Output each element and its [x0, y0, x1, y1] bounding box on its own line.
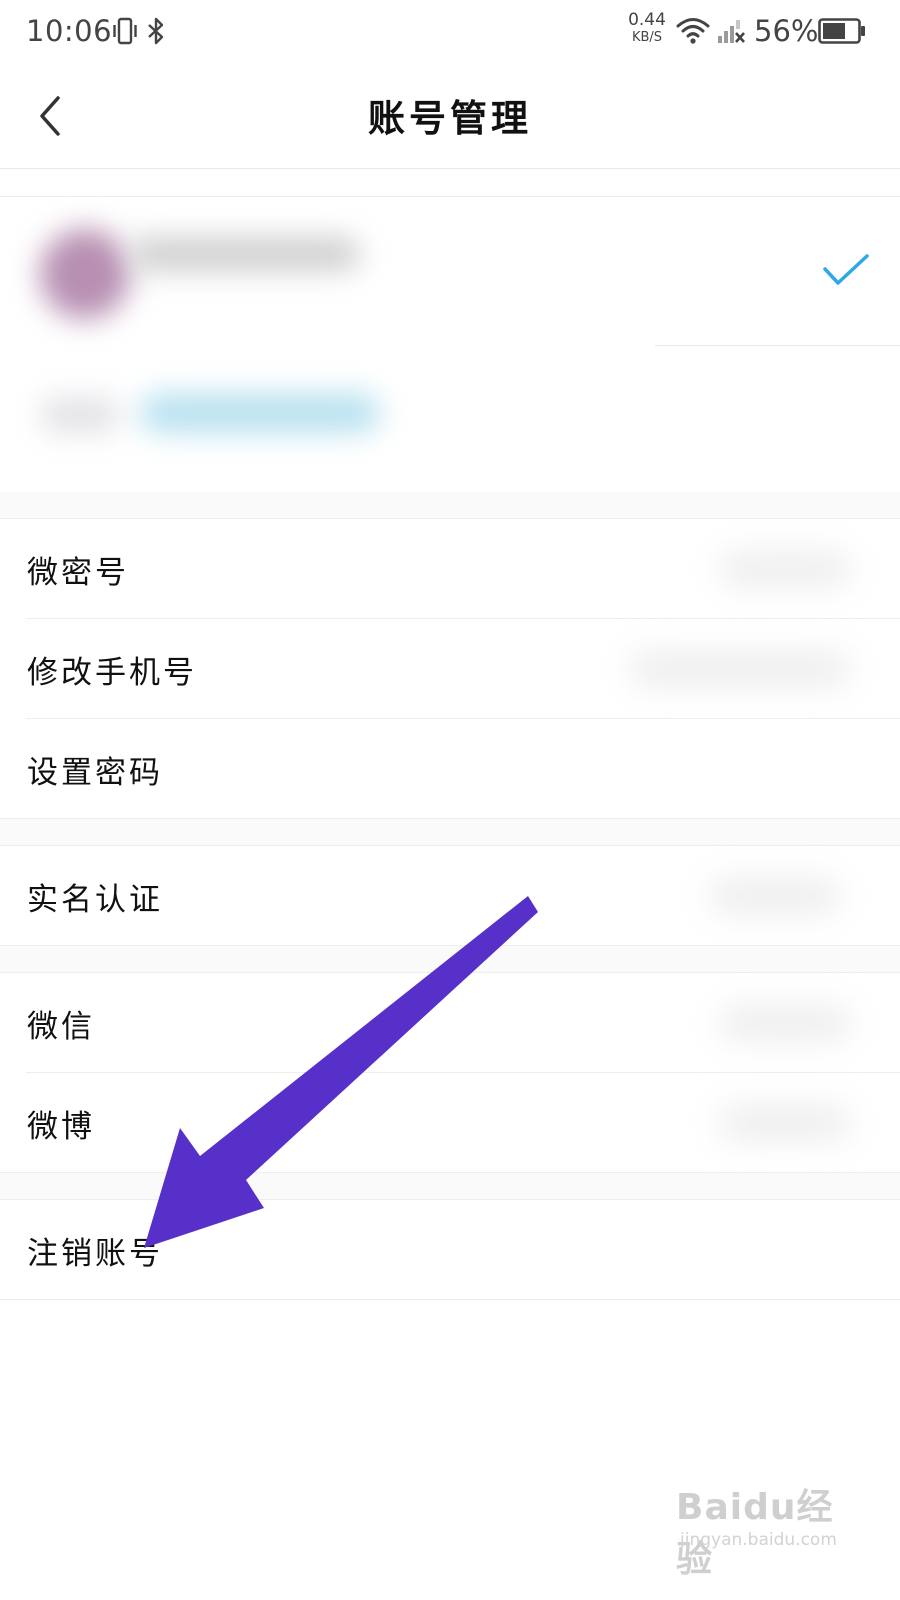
status-bar: 10:06 0.44 KB/S 56%	[0, 0, 900, 64]
account-id-blurred	[140, 393, 380, 433]
bluetooth-icon	[148, 17, 164, 45]
menu-item-label: 实名认证	[27, 882, 163, 918]
menu-item-close-account[interactable]: 注销账号	[0, 1200, 900, 1300]
right-info-blurred	[720, 553, 850, 585]
battery-icon	[818, 18, 865, 44]
menu-item-micro-id[interactable]: 微密号	[0, 519, 900, 619]
menu-item-wechat[interactable]: 微信	[0, 973, 900, 1073]
account-sub-blurred	[40, 397, 120, 433]
account-name-blurred	[130, 237, 360, 271]
network-speed-unit: KB/S	[631, 30, 663, 45]
account-card[interactable]	[0, 196, 900, 494]
card-divider	[655, 345, 900, 346]
right-info-blurred	[720, 1007, 850, 1039]
menu-item-label: 修改手机号	[27, 655, 197, 691]
section-gap	[0, 819, 900, 846]
section-gap	[0, 946, 900, 973]
divider	[0, 1299, 900, 1300]
right-info-blurred	[630, 653, 850, 685]
menu-item-label: 微博	[27, 1109, 95, 1145]
section-gap	[0, 1173, 900, 1200]
right-info-blurred	[720, 1107, 850, 1139]
page-title: 账号管理	[368, 97, 532, 140]
menu-item-set-password[interactable]: 设置密码	[0, 719, 900, 819]
network-speed-value: 0.44	[628, 10, 666, 30]
network-speed: 0.44 KB/S	[626, 10, 668, 45]
status-time: 10:06	[26, 14, 113, 48]
avatar	[40, 229, 130, 319]
battery-percent: 56%	[754, 14, 819, 48]
menu-item-weibo[interactable]: 微博	[0, 1073, 900, 1173]
menu-item-label: 注销账号	[27, 1236, 163, 1272]
right-info-blurred	[710, 880, 840, 912]
watermark-url: jingyan.baidu.com	[680, 1530, 837, 1550]
menu-item-label: 设置密码	[27, 755, 163, 791]
app-header: 账号管理	[0, 64, 900, 169]
baidu-watermark: Baidu经验 jingyan.baidu.com	[676, 1478, 866, 1580]
section-gap	[0, 492, 900, 519]
wifi-icon	[676, 18, 710, 44]
vibrate-icon	[113, 17, 137, 45]
check-icon	[823, 254, 869, 285]
menu-item-label: 微信	[27, 1009, 95, 1045]
menu-item-label: 微密号	[27, 555, 129, 591]
menu-item-real-name[interactable]: 实名认证	[0, 846, 900, 946]
signal-icon	[718, 20, 745, 43]
menu-item-change-phone[interactable]: 修改手机号	[0, 619, 900, 719]
